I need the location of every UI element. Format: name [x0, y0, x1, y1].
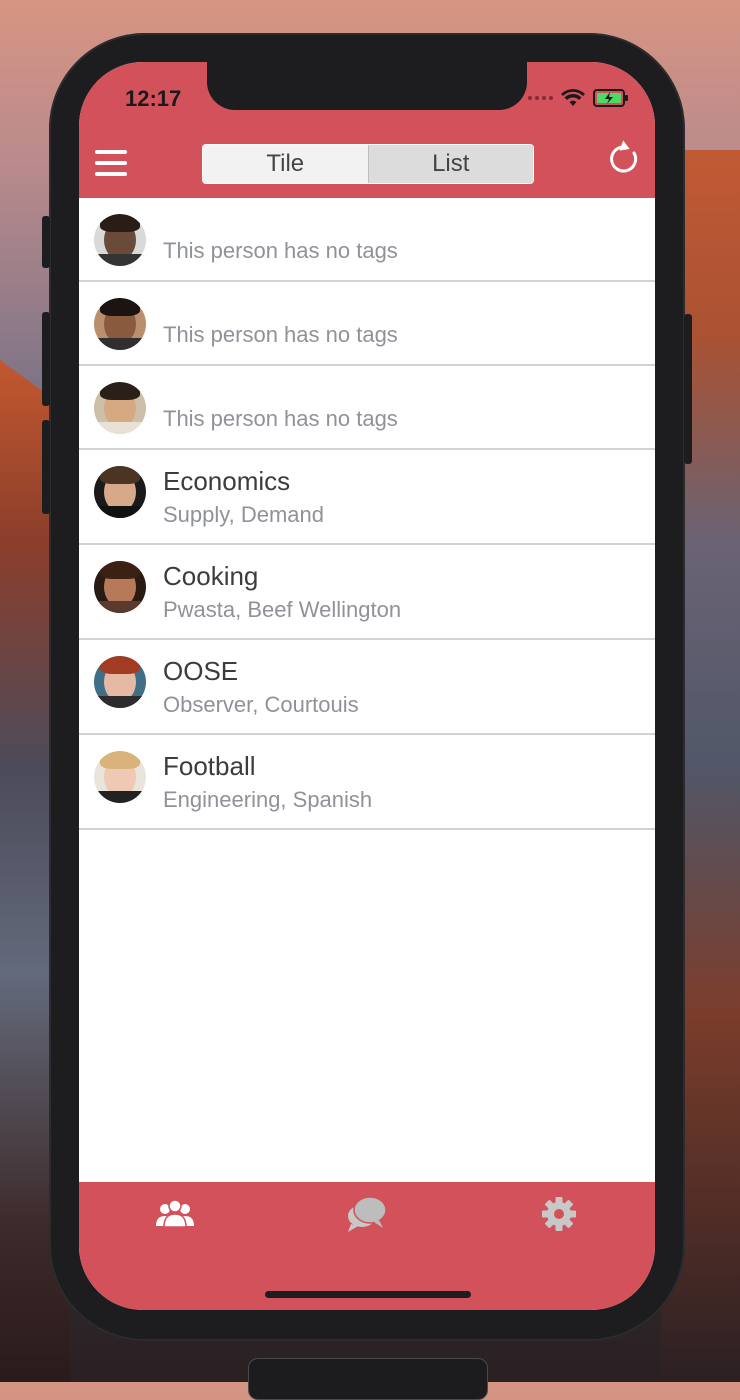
people-icon[interactable]	[153, 1194, 197, 1234]
power-button	[684, 314, 692, 464]
app-screen: 12:17 Tile List This person has no tags …	[79, 62, 655, 1310]
avatar	[94, 214, 146, 266]
list-item[interactable]: This person has no tags	[79, 198, 655, 282]
dock-stand	[248, 1358, 488, 1400]
view-mode-segmented-control: Tile List	[202, 144, 534, 184]
people-list: This person has no tags This person has …	[79, 198, 655, 830]
avatar	[94, 751, 146, 803]
topic-title: Football	[163, 751, 256, 781]
avatar	[94, 466, 146, 518]
chat-icon[interactable]	[345, 1194, 389, 1234]
avatar	[94, 382, 146, 434]
tags-label: Pwasta, Beef Wellington	[163, 597, 402, 622]
hamburger-icon	[95, 150, 127, 154]
battery-icon	[593, 89, 628, 107]
menu-button[interactable]	[95, 150, 127, 178]
list-item[interactable]: Football Engineering, Spanish	[79, 735, 655, 830]
avatar	[94, 561, 146, 613]
tags-label: Engineering, Spanish	[163, 787, 373, 812]
mute-switch	[42, 216, 50, 268]
signal-icon	[528, 96, 553, 100]
home-indicator[interactable]	[265, 1291, 471, 1298]
status-time: 12:17	[125, 86, 182, 111]
status-indicators	[528, 88, 629, 108]
list-item[interactable]: Economics Supply, Demand	[79, 450, 655, 545]
list-item[interactable]: This person has no tags	[79, 366, 655, 450]
topic-title: Economics	[163, 466, 291, 496]
volume-up-button	[42, 312, 50, 406]
topic-title: OOSE	[163, 656, 239, 686]
list-item[interactable]: Cooking Pwasta, Beef Wellington	[79, 545, 655, 640]
list-item[interactable]: OOSE Observer, Courtouis	[79, 640, 655, 735]
refresh-icon[interactable]	[607, 140, 641, 176]
gear-icon[interactable]	[537, 1194, 581, 1234]
avatar	[94, 298, 146, 350]
wifi-icon	[561, 89, 585, 106]
notch	[207, 62, 527, 110]
tags-label: This person has no tags	[163, 238, 398, 263]
tags-label: Supply, Demand	[163, 502, 325, 527]
tags-label: This person has no tags	[163, 322, 398, 347]
topic-title: Cooking	[163, 561, 259, 591]
tile-view-button[interactable]: Tile	[203, 145, 368, 183]
tags-label: Observer, Courtouis	[163, 692, 359, 717]
tags-label: This person has no tags	[163, 406, 398, 431]
list-view-button[interactable]: List	[367, 145, 533, 183]
volume-down-button	[42, 420, 50, 514]
avatar	[94, 656, 146, 708]
list-item[interactable]: This person has no tags	[79, 282, 655, 366]
